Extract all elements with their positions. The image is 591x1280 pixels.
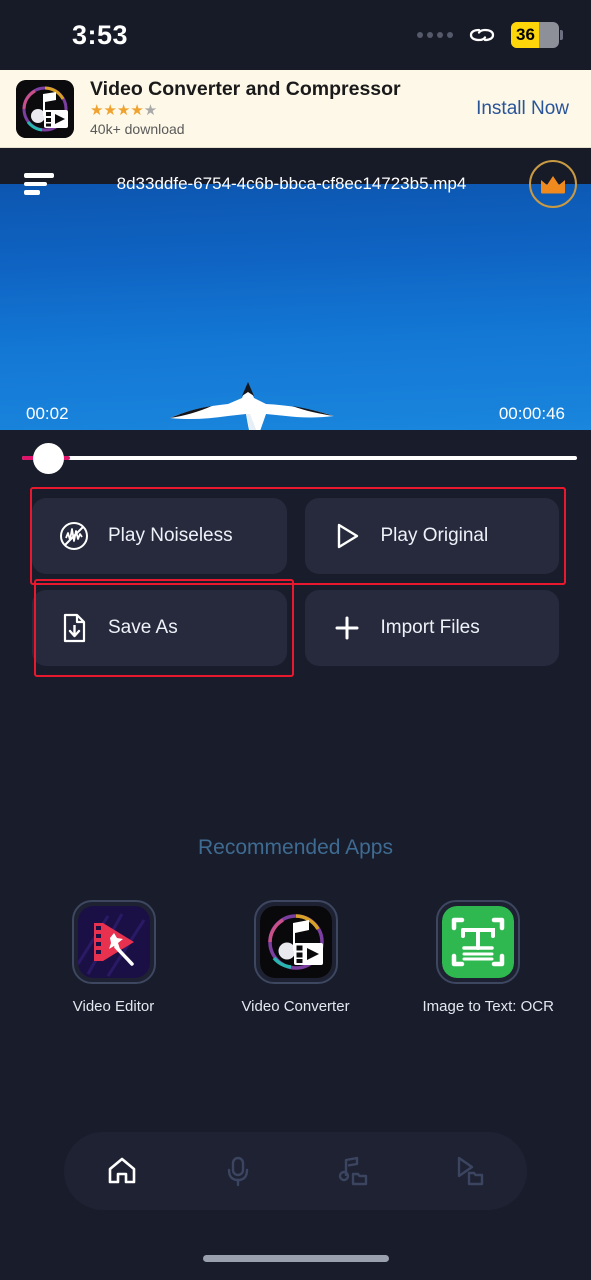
total-duration: 00:00:46 (498, 404, 565, 423)
ad-stars-half: ★ (143, 101, 158, 119)
player-header: 8d33ddfe-6754-4c6b-bbca-cf8ec14723b5.mp4 (0, 148, 591, 220)
video-editor-app-icon (77, 906, 150, 978)
action-button-area: Play Noiseless Play Original Save As Imp… (0, 486, 591, 677)
status-bar-clock: 3:53 (72, 19, 129, 50)
nav-item-home[interactable] (90, 1141, 154, 1201)
save-as-label: Save As (108, 617, 178, 638)
ad-rating-stars: ★★★★★ (90, 101, 460, 121)
seek-bar[interactable] (0, 430, 591, 486)
play-original-label: Play Original (380, 525, 489, 546)
video-player[interactable]: 8d33ddfe-6754-4c6b-bbca-cf8ec14723b5.mp4… (0, 148, 591, 430)
link-chain-icon (469, 28, 495, 42)
play-triangle-icon (337, 523, 358, 549)
recommended-apps-list: Video Editor Video Converter Image to Te… (0, 900, 591, 1015)
home-icon (108, 1157, 136, 1184)
save-as-button[interactable]: Save As (32, 590, 287, 666)
music-folder-icon (339, 1156, 368, 1186)
recommended-app-ocr[interactable]: Image to Text: OCR (422, 900, 554, 1015)
battery-level: 36 (516, 25, 535, 44)
signal-dots-icon (417, 32, 453, 38)
video-converter-tile[interactable] (253, 900, 338, 984)
app-screen: 3:53 36 Video Converter and Compressor ★… (0, 0, 591, 1280)
ocr-app-icon (441, 906, 514, 978)
ad-stars-filled: ★★★★ (90, 101, 144, 119)
file-download-icon (63, 613, 86, 643)
premium-crown-button[interactable] (529, 160, 577, 208)
ad-download-count: 40k+ download (90, 121, 185, 138)
ad-title: Video Converter and Compressor (90, 78, 401, 101)
import-files-button[interactable]: Import Files (304, 590, 559, 666)
video-file-name: 8d33ddfe-6754-4c6b-bbca-cf8ec14723b5.mp4 (116, 174, 467, 193)
play-original-button[interactable]: Play Original (304, 498, 559, 574)
video-folder-icon (457, 1156, 484, 1186)
plus-icon (335, 616, 358, 640)
hamburger-menu-icon[interactable] (24, 173, 54, 196)
ad-banner[interactable]: Video Converter and Compressor ★★★★★ 40k… (0, 70, 591, 148)
recommended-app-video-editor[interactable]: Video Editor (59, 900, 169, 1015)
nav-item-video-files[interactable] (437, 1141, 501, 1201)
noise-cancel-waveform-icon (60, 522, 88, 550)
video-time-row: 00:02 00:00:46 (0, 404, 591, 424)
video-converter-app-icon (259, 906, 332, 978)
recommended-apps-title: Recommended Apps (198, 836, 393, 859)
battery-icon: 36 (511, 22, 563, 48)
microphone-icon (227, 1156, 248, 1187)
video-converter-label: Video Converter (241, 998, 350, 1015)
play-noiseless-label: Play Noiseless (108, 525, 233, 546)
video-editor-label: Video Editor (72, 998, 155, 1015)
install-now-button[interactable]: Install Now (476, 98, 569, 120)
nav-item-audio-files[interactable] (321, 1141, 385, 1201)
home-indicator (202, 1255, 389, 1262)
action-row-files: Save As Import Files (0, 579, 591, 677)
seek-thumb-handle[interactable] (33, 443, 64, 474)
status-bar-indicators: 36 (417, 22, 563, 48)
video-surface[interactable] (0, 184, 591, 430)
import-files-label: Import Files (380, 617, 480, 638)
recommended-app-video-converter[interactable]: Video Converter (241, 900, 351, 1015)
bottom-navigation-bar (64, 1132, 527, 1210)
nav-item-recorder[interactable] (206, 1141, 270, 1201)
status-bar: 3:53 36 (0, 0, 591, 70)
play-noiseless-button[interactable]: Play Noiseless (32, 498, 287, 574)
video-editor-tile[interactable] (71, 900, 156, 984)
seek-track[interactable] (22, 456, 577, 460)
ocr-label: Image to Text: OCR (422, 998, 554, 1015)
ad-banner-text: Video Converter and Compressor ★★★★★ 40k… (90, 78, 460, 138)
video-converter-app-icon (16, 79, 74, 138)
current-time: 00:02 (26, 404, 69, 423)
ocr-tile[interactable] (435, 900, 520, 984)
action-row-playback: Play Noiseless Play Original (0, 487, 591, 585)
crown-icon (541, 176, 565, 194)
